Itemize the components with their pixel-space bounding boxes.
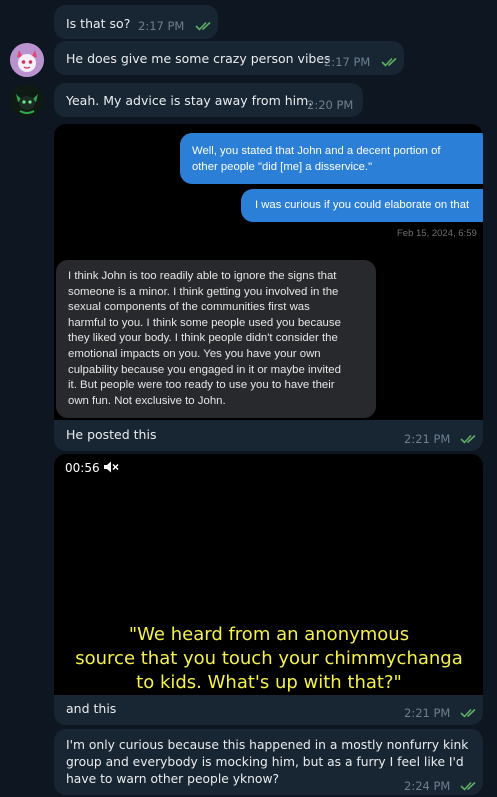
screenshot-incoming-line: I think John is too readily able to igno… [68,270,337,282]
screenshot-incoming-line: own fun. Not exclusive to John. [68,394,226,407]
message-bubble-6[interactable]: I'm only curious because this happened i… [54,729,483,795]
pink-white-character-avatar-icon[interactable] [10,43,44,77]
message-text: and this [66,701,117,716]
double-check-icon [460,781,476,791]
screenshot-date: Feb 15, 2024, 6:59 [397,228,477,239]
double-check-icon [381,57,397,67]
message-text: Yeah. My advice is stay away from him. [66,93,313,108]
speaker-muted-icon[interactable] [103,460,119,474]
message-time: 2:20 PM [307,98,354,112]
message-time: 2:21 PM [404,706,451,720]
media-caption-bubble-1[interactable]: He posted this 2:21 PM [54,420,483,451]
screenshot-incoming-line: emotional impacts on you. Yes you have y… [68,347,321,360]
screenshot-outgoing-line: I was curious if you could elaborate on … [255,199,470,211]
video-caption-line: "We heard from an anonymous [128,624,410,645]
double-check-icon [460,434,476,444]
screenshot-outgoing-line: Well, you stated that John and a decent … [192,145,441,157]
message-time: 2:17 PM [138,19,185,33]
screenshot-image[interactable]: Well, you stated that John and a decent … [54,124,483,420]
green-dark-character-avatar-icon[interactable] [10,84,44,118]
message-text-line: I'm only curious because this happened i… [66,738,469,752]
message-bubble-1[interactable]: Is that so? 2:17 PM [54,5,218,39]
message-text-line: have to warn other people yknow? [66,772,280,786]
screenshot-incoming-line: it. But people were too ready to use you… [68,379,335,392]
screenshot-incoming-line: they liked your body. I think people did… [68,332,338,345]
video-caption-line: source that you touch your chimmychanga [75,648,463,669]
video-caption-line: to kids. What's up with that?" [136,672,402,693]
media-caption-bubble-2[interactable]: and this 2:21 PM [54,695,483,725]
message-time: 2:21 PM [404,432,451,446]
screenshot-incoming-line: culpability because you engaged in it or… [68,363,341,376]
screenshot-outgoing-bubble-1: Well, you stated that John and a decent … [180,133,483,184]
message-text: Is that so? [66,16,131,31]
screenshot-incoming-bubble: I think John is too readily able to igno… [56,260,376,418]
message-time: 2:24 PM [404,779,451,793]
message-bubble-2[interactable]: He does give me some crazy person vibes … [54,41,404,75]
video-player[interactable]: 00:56 "We heard from an anonymous source… [54,454,483,695]
screenshot-incoming-line: sexual components of the communities fir… [68,301,310,314]
double-check-icon [460,708,476,718]
message-text: He posted this [66,427,157,442]
double-check-icon [195,21,211,31]
message-text-line: group and everybody is mocking him, but … [66,755,464,769]
screenshot-outgoing-line: other people "did [me] a disservice." [192,161,373,173]
message-bubble-3[interactable]: Yeah. My advice is stay away from him. 2… [54,83,363,117]
video-duration: 00:56 [65,461,100,475]
screenshot-outgoing-bubble-2: I was curious if you could elaborate on … [241,189,483,222]
message-text: He does give me some crazy person vibes [66,51,331,66]
screenshot-incoming-line: someone is a minor. I think getting you … [68,285,339,298]
message-time: 2:17 PM [324,55,371,69]
screenshot-incoming-line: harmful to you. I think some people used… [68,316,341,329]
